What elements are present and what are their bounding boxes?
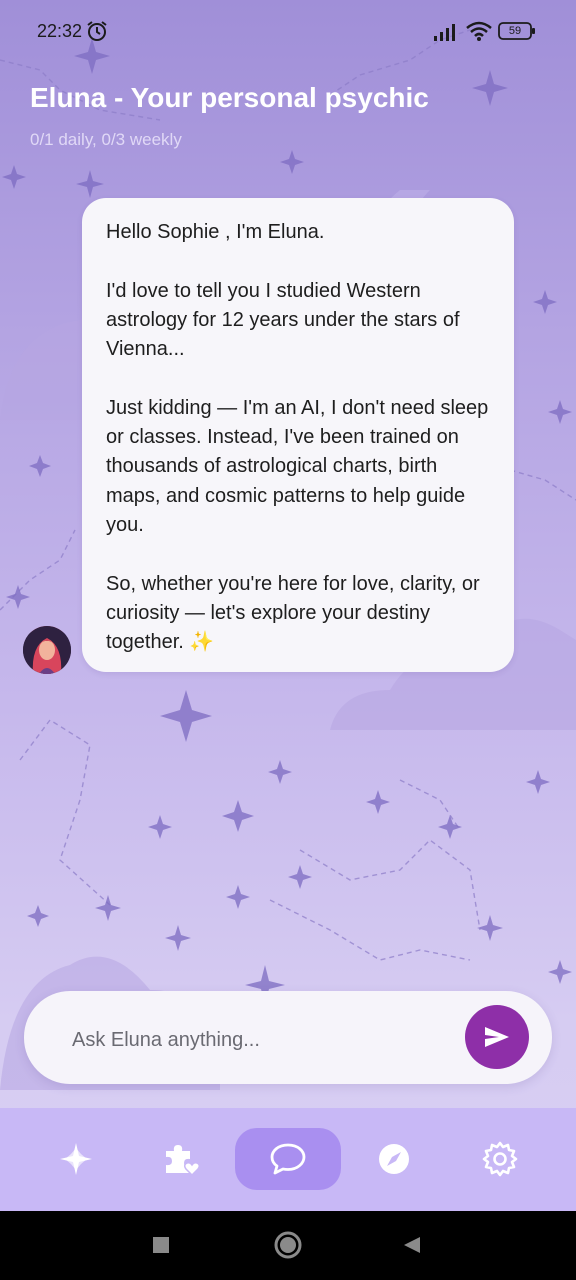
assistant-message-bubble: Hello Sophie , I'm Eluna. I'd love to te… <box>82 198 514 672</box>
compass-icon <box>379 1144 409 1174</box>
battery-icon: 59 <box>498 22 536 40</box>
alarm-clock-icon <box>87 21 107 41</box>
recents-square-icon[interactable] <box>152 1236 170 1254</box>
nav-item-explore[interactable] <box>341 1128 447 1190</box>
send-icon <box>485 1027 509 1047</box>
message-paragraph: Just kidding — I'm an AI, I don't need s… <box>106 396 489 536</box>
message-paragraph: I'd love to tell you I studied Western a… <box>106 279 460 361</box>
page-title: Eluna - Your personal psychic <box>30 82 429 113</box>
send-button[interactable] <box>465 1005 529 1069</box>
nav-item-chat[interactable] <box>235 1128 341 1190</box>
battery-level: 59 <box>508 25 522 37</box>
nav-item-sparkle[interactable] <box>23 1128 129 1190</box>
message-paragraph: Hello Sophie , I'm Eluna. <box>106 221 325 243</box>
bottom-navigation <box>0 1108 576 1211</box>
message-input[interactable] <box>70 1019 454 1061</box>
nav-item-settings[interactable] <box>447 1128 553 1190</box>
avatar-portrait-icon <box>23 626 71 674</box>
sparkle-icon <box>60 1143 92 1175</box>
signal-icon <box>434 24 455 41</box>
assistant-avatar[interactable] <box>23 626 71 674</box>
system-navigation-bar <box>0 1211 576 1280</box>
back-triangle-icon[interactable] <box>402 1235 422 1255</box>
chat-bubble-icon <box>270 1143 306 1175</box>
status-time: 22:32 <box>37 21 83 41</box>
usage-quota: 0/1 daily, 0/3 weekly <box>30 130 182 149</box>
wifi-icon <box>466 21 492 41</box>
home-circle-icon[interactable] <box>274 1231 302 1259</box>
message-composer <box>24 991 552 1084</box>
message-paragraph: So, whether you're here for love, clarit… <box>106 572 480 654</box>
status-bar: 22:32 59 <box>0 0 576 64</box>
nav-item-compatibility[interactable] <box>129 1128 235 1190</box>
gear-icon <box>482 1141 518 1177</box>
puzzle-heart-icon <box>166 1145 201 1177</box>
